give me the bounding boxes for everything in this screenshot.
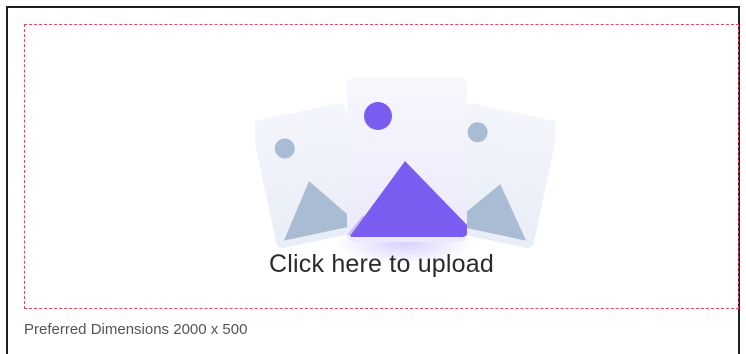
upload-dropzone[interactable]: Click here to upload <box>24 24 739 309</box>
upload-label[interactable]: Click here to upload <box>25 250 738 279</box>
preferred-dimensions-hint: Preferred Dimensions 2000 x 500 <box>24 321 248 338</box>
image-gallery-icon <box>255 77 555 265</box>
